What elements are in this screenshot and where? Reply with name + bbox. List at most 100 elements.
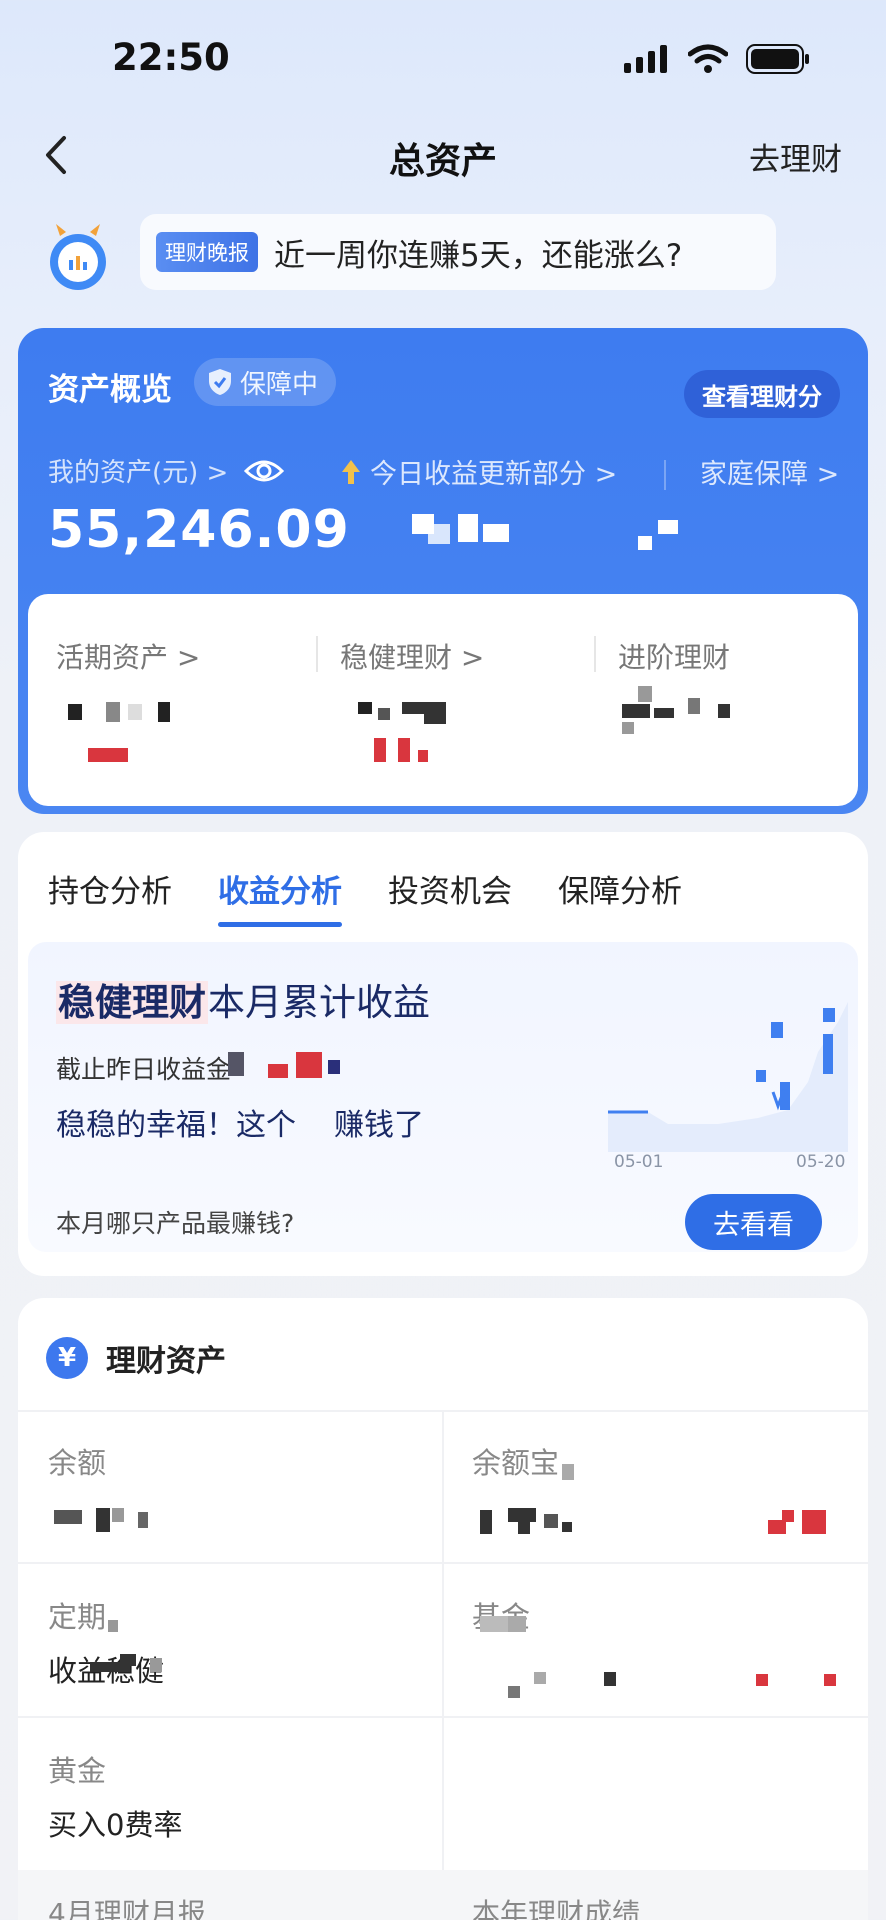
wifi-icon — [688, 44, 728, 73]
masked-value — [562, 1522, 572, 1532]
gold-value: 买入0费率 — [48, 1808, 183, 1842]
masked-value — [296, 1052, 322, 1078]
masked-value — [418, 750, 428, 762]
masked-value — [508, 1616, 526, 1632]
divider — [316, 636, 318, 672]
balance-label[interactable]: 余额 — [48, 1440, 106, 1482]
total-asset-value: 55,246.09 — [48, 500, 350, 560]
yen-icon: ¥ — [46, 1337, 88, 1379]
masked-value — [458, 514, 478, 542]
advanced-finance-link[interactable]: 进阶理财 — [618, 636, 730, 676]
masked-value — [638, 536, 652, 550]
evening-report-banner[interactable]: 理财晚报 近一周你连赚5天，还能涨么? — [140, 214, 776, 290]
analysis-card: 持仓分析 收益分析 投资机会 保障分析 稳健理财本月累计收益 截止昨日收益金 稳… — [18, 832, 868, 1276]
family-protection-link[interactable]: 家庭保障 > — [700, 452, 839, 491]
divider — [442, 1410, 444, 1870]
masked-value — [622, 722, 634, 734]
divider — [664, 460, 666, 490]
today-earnings-link[interactable]: 今日收益更新部分 > — [340, 452, 617, 491]
masked-value — [108, 1620, 118, 1632]
tab-opportunities[interactable]: 投资机会 — [388, 866, 512, 911]
masked-value — [402, 702, 446, 714]
masked-value — [398, 738, 410, 762]
clock: 22:50 — [112, 36, 230, 79]
finance-assets-card: ¥ 理财资产 余额 余额宝 定期 收益稳健 基金 黄金 买入0费率 4月理财月报… — [18, 1298, 868, 1920]
insight-title: 稳健理财本月累计收益 — [56, 972, 430, 1026]
masked-value — [638, 686, 652, 702]
asset-overview-card: 资产概览 保障中 查看理财分 我的资产(元) > 今日收益更新部分 > 家庭保障… — [18, 328, 868, 814]
chart-end-label: 05-20 — [796, 1152, 846, 1172]
masked-value — [483, 524, 509, 542]
insight-message: 稳稳的幸福！这个 赚钱了 — [56, 1108, 424, 1143]
masked-value — [138, 1512, 148, 1528]
go-look-button[interactable]: 去看看 — [685, 1194, 822, 1250]
masked-value — [88, 748, 128, 762]
masked-value — [112, 1508, 124, 1522]
masked-value — [480, 1510, 492, 1534]
eye-icon[interactable] — [244, 457, 285, 485]
chart-start-label: 05-01 — [614, 1152, 664, 1172]
nav-bar: 总资产 去理财 — [0, 120, 886, 190]
guard-status-label: 保障中 — [240, 369, 319, 400]
fixed-term-label[interactable]: 定期 — [48, 1594, 106, 1636]
masked-value — [654, 708, 674, 718]
masked-value — [802, 1510, 826, 1534]
gold-label[interactable]: 黄金 — [48, 1748, 106, 1790]
masked-value — [424, 714, 446, 724]
yearly-results-link[interactable]: 本年理财成绩 — [472, 1892, 640, 1920]
masked-value — [378, 708, 390, 720]
masked-value — [562, 1464, 574, 1480]
top-product-question: 本月哪只产品最赚钱? — [56, 1209, 295, 1238]
bottom-reports-row: 4月理财月报 本年理财成绩 — [18, 1870, 868, 1920]
masked-value — [688, 698, 700, 714]
stable-finance-link[interactable]: 稳健理财 > — [340, 636, 484, 676]
go-finance-link[interactable]: 去理财 — [749, 134, 842, 179]
masked-value — [128, 704, 142, 720]
masked-value — [518, 1522, 530, 1534]
asset-overview-title: 资产概览 — [48, 372, 172, 408]
masked-value — [480, 1616, 508, 1632]
signal-icon — [624, 45, 667, 73]
battery-icon — [746, 44, 809, 74]
report-tag: 理财晚报 — [156, 232, 258, 272]
tab-holdings[interactable]: 持仓分析 — [48, 866, 172, 911]
masked-value — [718, 704, 730, 718]
masked-value — [328, 1060, 340, 1074]
masked-value — [96, 1508, 110, 1532]
masked-value — [358, 702, 372, 714]
masked-value — [428, 524, 450, 544]
masked-value — [120, 1654, 136, 1666]
insight-title-highlight: 稳健理财 — [56, 981, 208, 1024]
masked-value — [150, 1658, 162, 1672]
report-text: 近一周你连赚5天，还能涨么? — [274, 237, 683, 274]
sub-assets-panel: 活期资产 > 稳健理财 > 进阶理财 — [28, 594, 858, 806]
current-assets-link[interactable]: 活期资产 > — [56, 636, 200, 676]
monthly-report-link[interactable]: 4月理财月报 — [48, 1892, 206, 1920]
masked-value — [824, 1674, 836, 1686]
masked-value — [508, 1508, 536, 1522]
masked-value — [782, 1510, 794, 1522]
masked-value — [544, 1514, 558, 1528]
guard-status-pill[interactable]: 保障中 — [194, 358, 337, 406]
yuebao-label[interactable]: 余额宝 — [472, 1440, 559, 1482]
masked-value — [374, 738, 386, 762]
insight-subtext: 截止昨日收益金 — [56, 1055, 232, 1084]
tab-protection[interactable]: 保障分析 — [558, 866, 682, 911]
view-finance-score-button[interactable]: 查看理财分 — [684, 370, 840, 418]
insight-title-rest: 本月累计收益 — [208, 981, 430, 1024]
masked-value — [604, 1672, 616, 1686]
masked-value — [658, 520, 678, 534]
masked-value — [54, 1510, 82, 1524]
earnings-insight-panel[interactable]: 稳健理财本月累计收益 截止昨日收益金 稳稳的幸福！这个 赚钱了 05-01 05-… — [28, 942, 858, 1252]
masked-value — [622, 704, 650, 718]
mascot-icon — [50, 224, 106, 290]
masked-value — [268, 1064, 288, 1078]
finance-assets-header: ¥ 理财资产 — [46, 1336, 226, 1380]
my-assets-label[interactable]: 我的资产(元) > — [48, 452, 285, 489]
masked-value — [228, 1052, 244, 1076]
analysis-tabs: 持仓分析 收益分析 投资机会 保障分析 — [48, 866, 682, 927]
status-bar: 22:50 — [0, 0, 886, 110]
divider — [594, 636, 596, 672]
tab-earnings[interactable]: 收益分析 — [218, 866, 342, 927]
masked-value — [534, 1672, 546, 1684]
